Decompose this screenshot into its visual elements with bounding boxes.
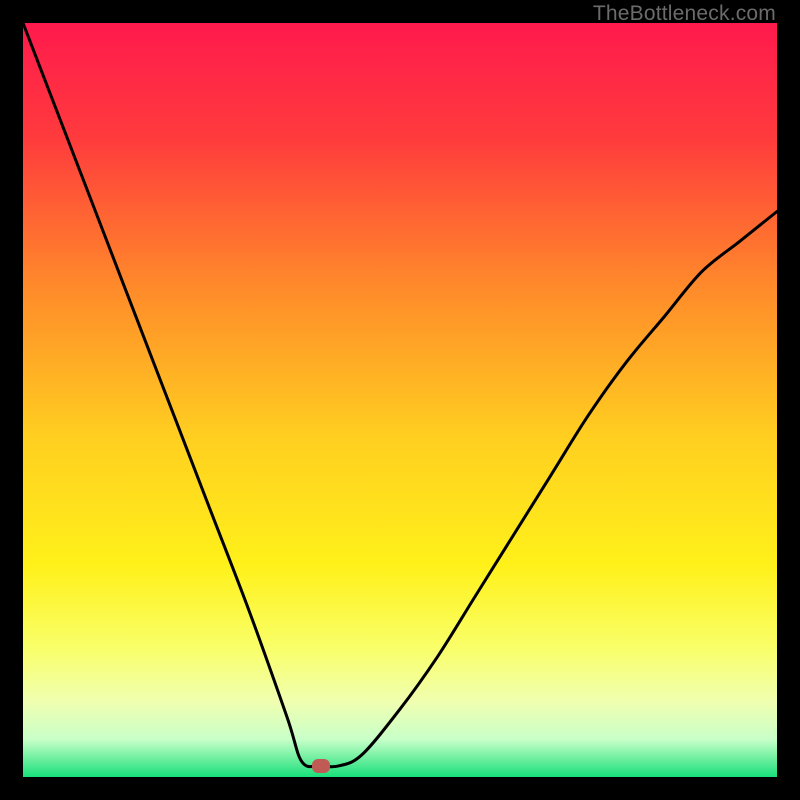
bottleneck-chart: [23, 23, 777, 777]
chart-frame: [23, 23, 777, 777]
gradient-background: [23, 23, 777, 777]
optimum-marker: [312, 759, 330, 773]
